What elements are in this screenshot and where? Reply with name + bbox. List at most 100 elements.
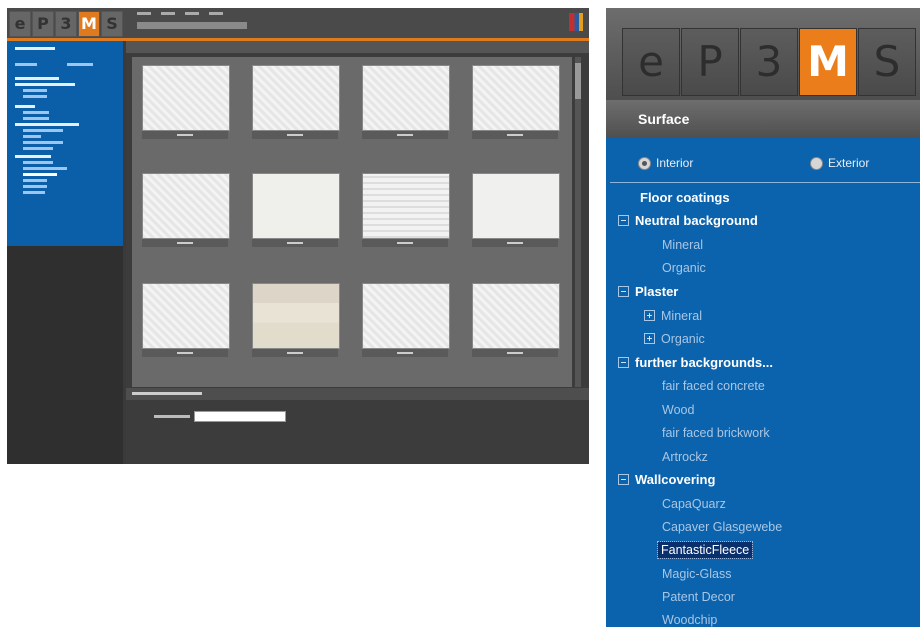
- thumb-line: [23, 179, 47, 182]
- surface-header: Surface: [606, 100, 920, 138]
- tree-fair-faced-brickwork[interactable]: fair faced brickwork: [662, 425, 770, 441]
- tree-label: Mineral: [661, 309, 702, 323]
- thumb-select[interactable]: [194, 411, 286, 422]
- tree-label: Wood: [662, 403, 695, 417]
- tree-artrockz[interactable]: Artrockz: [662, 449, 708, 465]
- thumb-title: [137, 22, 247, 29]
- radio-unchecked-icon[interactable]: [810, 156, 823, 170]
- thumb-line: [23, 191, 45, 194]
- expand-icon[interactable]: [644, 333, 655, 345]
- tree-fantastic-fleece[interactable]: FantasticFleece: [656, 541, 754, 559]
- texture-caption: [472, 131, 558, 139]
- thumb-sidebar-panel: [7, 41, 123, 246]
- texture-tile[interactable]: [472, 65, 560, 131]
- thumb-line: [23, 89, 47, 92]
- thumb-logo: e P 3 M S: [9, 11, 124, 37]
- collapse-icon[interactable]: [618, 357, 629, 369]
- texture-tile[interactable]: [252, 173, 340, 239]
- radio-exterior-label: Exterior: [828, 156, 870, 170]
- thumb-line: [15, 123, 79, 126]
- tree-fair-faced-concrete[interactable]: fair faced concrete: [662, 378, 765, 394]
- texture-tile[interactable]: [142, 65, 230, 131]
- thumb-line: [23, 95, 47, 98]
- thumb-line: [15, 105, 35, 108]
- tree-neutral-background[interactable]: Neutral background: [618, 213, 758, 229]
- thumb-line: [15, 77, 59, 80]
- texture-tile[interactable]: [252, 283, 340, 349]
- tree-capaquarz[interactable]: CapaQuarz: [662, 496, 726, 512]
- thumb-menu-item[interactable]: [161, 12, 175, 15]
- radio-checked-icon[interactable]: [638, 156, 651, 170]
- collapse-icon[interactable]: [618, 474, 629, 486]
- thumb-line: [15, 63, 37, 66]
- tree-further-backgrounds[interactable]: further backgrounds...: [618, 355, 773, 371]
- texture-caption: [252, 239, 338, 247]
- thumb-line: [23, 147, 53, 150]
- expand-icon[interactable]: [644, 310, 655, 322]
- texture-caption: [252, 349, 338, 357]
- texture-caption: [362, 239, 448, 247]
- tree-label: Mineral: [662, 238, 703, 252]
- thumb-menu-item[interactable]: [137, 12, 151, 15]
- collapse-icon[interactable]: [618, 215, 629, 227]
- tree-wood[interactable]: Wood: [662, 402, 694, 418]
- texture-caption: [362, 349, 448, 357]
- texture-caption: [142, 239, 228, 247]
- texture-tile[interactable]: [362, 65, 450, 131]
- thumb-logo-letter: S: [101, 11, 123, 37]
- texture-caption: [142, 131, 228, 139]
- tree-label: Floor coatings: [640, 190, 730, 205]
- thumb-line: [23, 161, 53, 164]
- tree-label: fair faced concrete: [662, 379, 765, 393]
- radio-exterior[interactable]: Exterior: [810, 156, 869, 170]
- thumb-select-label: [154, 415, 190, 418]
- divider: [610, 182, 920, 183]
- collapse-icon[interactable]: [618, 286, 629, 298]
- texture-tile[interactable]: [472, 283, 560, 349]
- thumb-line: [15, 155, 51, 158]
- tree-label: Organic: [661, 332, 705, 346]
- texture-tile[interactable]: [362, 173, 450, 239]
- tree-woodchip[interactable]: Woodchip: [662, 612, 717, 627]
- thumb-menu-item[interactable]: [209, 12, 223, 15]
- tree-magic-glass[interactable]: Magic-Glass: [662, 566, 731, 582]
- tree-wallcovering[interactable]: Wallcovering: [618, 472, 715, 488]
- tree-plaster-mineral[interactable]: Mineral: [644, 308, 702, 324]
- scrollbar-thumb[interactable]: [575, 63, 581, 99]
- texture-tile[interactable]: [362, 283, 450, 349]
- grid-scrollbar[interactable]: [575, 57, 581, 387]
- tree-label: Plaster: [635, 284, 679, 299]
- zoomed-sidebar: e P 3 M S Surface Interior Exterior Floo…: [606, 8, 920, 627]
- tree-patent-decor[interactable]: Patent Decor: [662, 589, 735, 605]
- texture-tile[interactable]: [142, 173, 230, 239]
- tree-label: Woodchip: [662, 613, 718, 627]
- thumb-line-selected: [23, 173, 57, 176]
- thumb-line: [15, 83, 75, 86]
- logo-letter-3: 3: [740, 28, 798, 96]
- texture-tile[interactable]: [142, 283, 230, 349]
- tree-floor-coatings[interactable]: Floor coatings: [640, 190, 730, 206]
- logo-letter-s: S: [858, 28, 916, 96]
- thumb-menu-item[interactable]: [185, 12, 199, 15]
- tree-plaster[interactable]: Plaster: [618, 284, 678, 300]
- logo-bar: e P 3 M S: [606, 8, 920, 100]
- tree-label: Organic: [662, 261, 706, 275]
- tree-label: fair faced brickwork: [662, 426, 770, 440]
- tree-neutral-organic[interactable]: Organic: [662, 260, 706, 276]
- texture-tile[interactable]: [252, 65, 340, 131]
- texture-caption: [362, 131, 448, 139]
- radio-interior[interactable]: Interior: [638, 156, 693, 170]
- tree-plaster-organic[interactable]: Organic: [644, 331, 705, 347]
- tree-label: Neutral background: [635, 213, 758, 228]
- thumb-select-row: [154, 411, 286, 422]
- thumb-line: [23, 111, 49, 114]
- texture-caption: [472, 239, 558, 247]
- thumb-logo-letter: 3: [55, 11, 77, 37]
- logo-letter-m: M: [799, 28, 857, 96]
- texture-tile[interactable]: [472, 173, 560, 239]
- tree-label: Capaver Glasgewebe: [662, 520, 783, 534]
- tree-label: Artrockz: [662, 450, 708, 464]
- tree-capaver-glasgewebe[interactable]: Capaver Glasgewebe: [662, 519, 782, 535]
- radio-interior-label: Interior: [656, 156, 694, 170]
- tree-neutral-mineral[interactable]: Mineral: [662, 237, 703, 253]
